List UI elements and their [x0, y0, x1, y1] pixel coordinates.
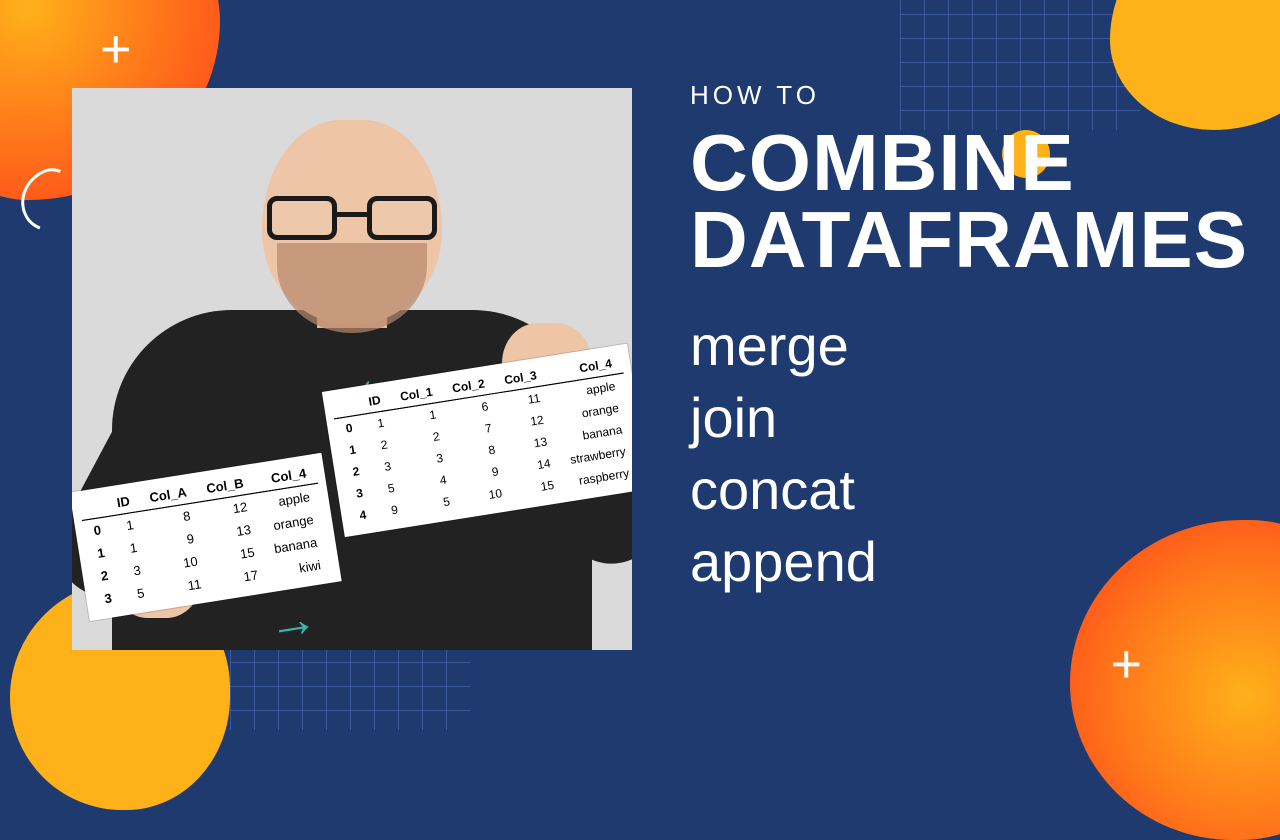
arrow-right-icon: →: [263, 588, 321, 650]
glasses-icon: [267, 196, 437, 242]
thumbnail-photo: ← ID Col_A Col_B Col_4 01812apple 11913o…: [72, 88, 632, 650]
method-item: join: [690, 383, 1220, 453]
method-item: merge: [690, 311, 1220, 381]
method-item: append: [690, 527, 1220, 597]
title-line-2: DATAFRAMES: [690, 202, 1220, 279]
plus-icon-bottom: +: [1110, 633, 1142, 695]
kicker-text: HOW TO: [690, 80, 1220, 111]
plus-icon-top: +: [100, 18, 128, 80]
methods-list: merge join concat append: [690, 311, 1220, 597]
headline-block: HOW TO COMBINE DATAFRAMES merge join con…: [690, 80, 1220, 599]
method-item: concat: [690, 455, 1220, 525]
title-text: COMBINE DATAFRAMES: [690, 125, 1220, 279]
title-line-1: COMBINE: [690, 125, 1220, 202]
